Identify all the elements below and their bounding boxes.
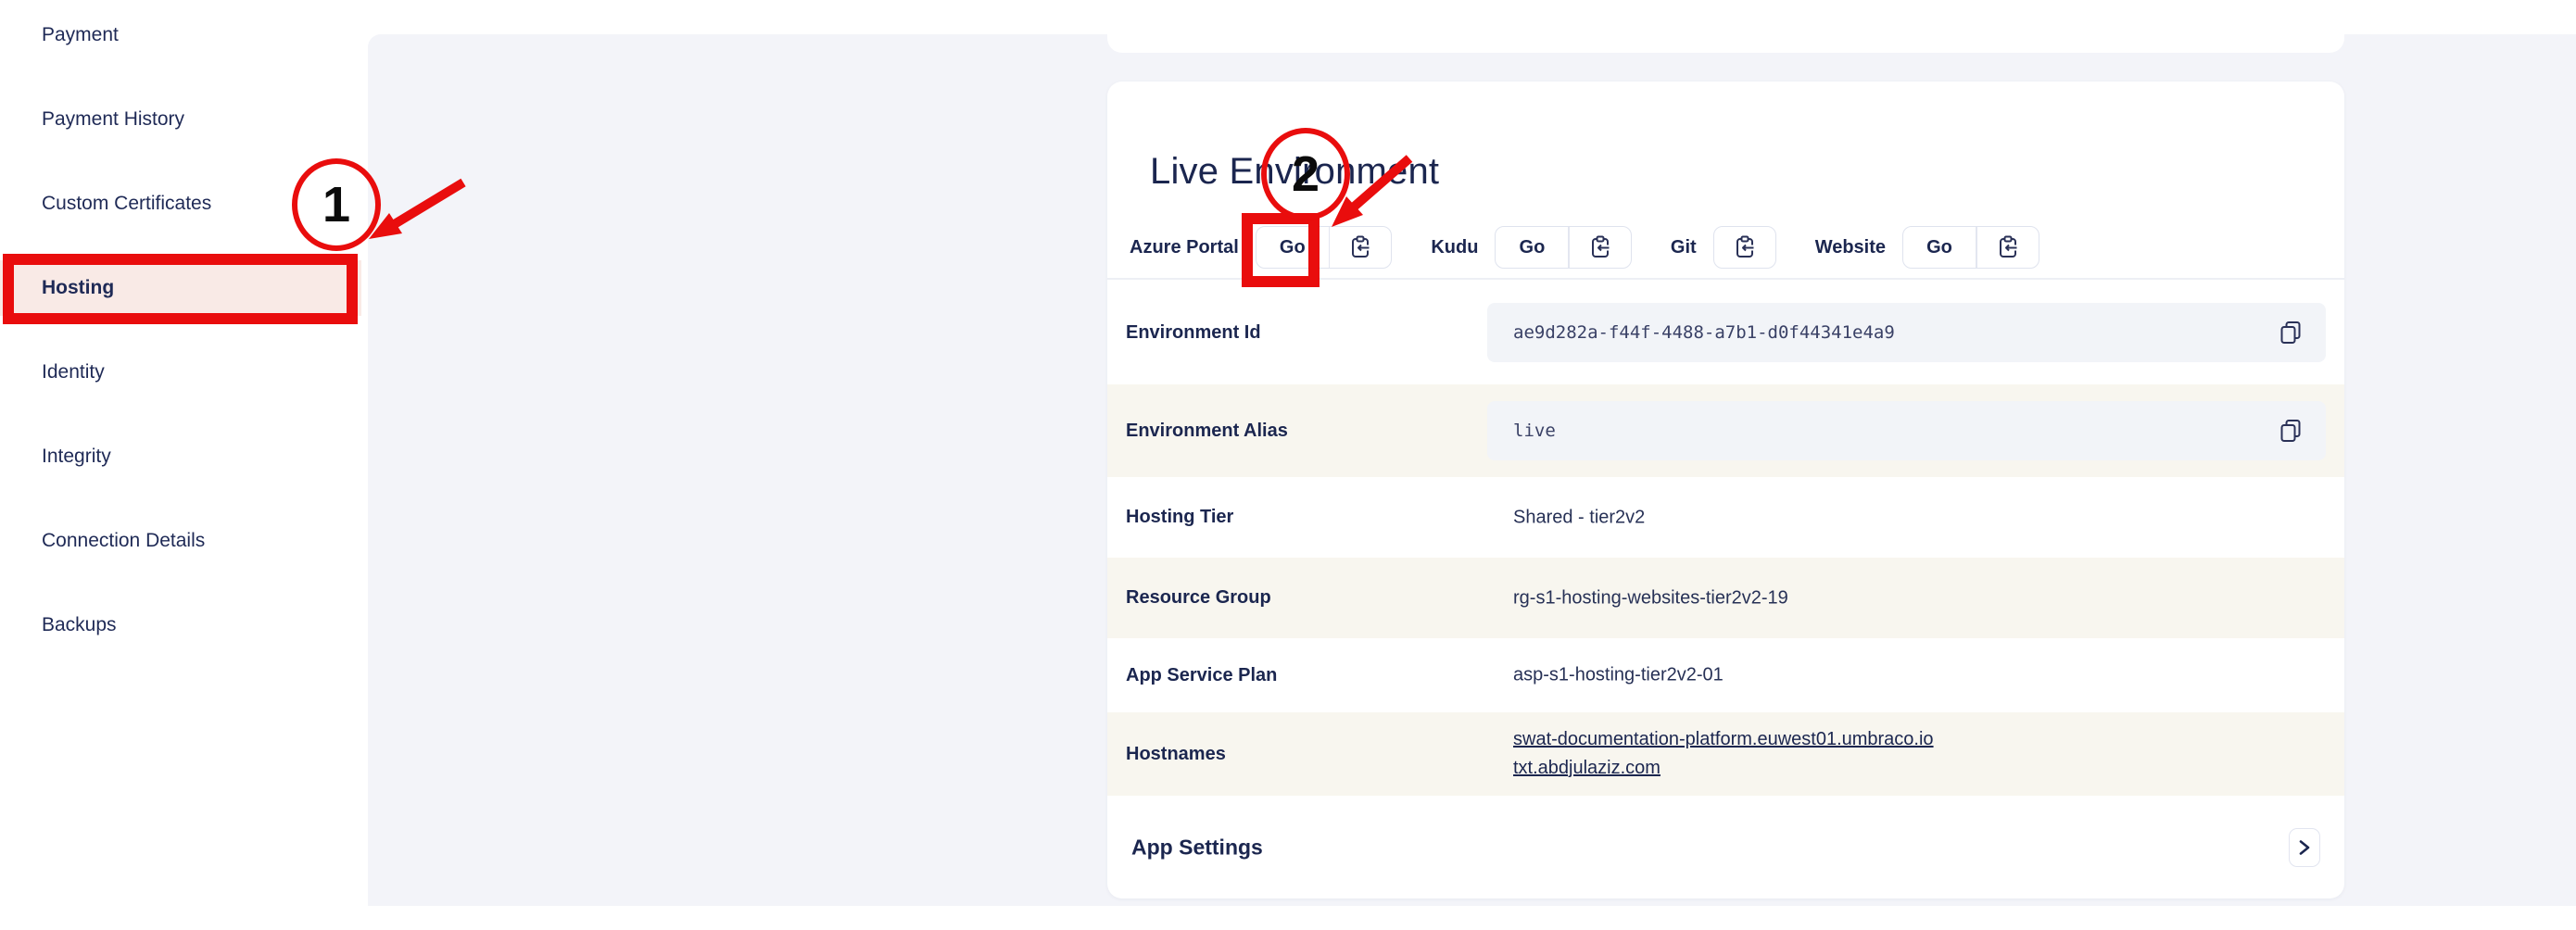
sidebar-item-label: Payment History [42, 108, 184, 131]
quick-link-label: Git [1671, 237, 1697, 258]
previous-card-bottom [1107, 0, 2344, 53]
paste-clipboard-icon [1997, 235, 2019, 259]
row-label: Hostnames [1126, 712, 1226, 796]
sidebar-item-label: Connection Details [42, 530, 205, 552]
annotation-step-1-number: 1 [322, 176, 350, 233]
quick-link-website: Website Go [1815, 226, 2078, 269]
hostname-link[interactable]: txt.abdjulaziz.com [1513, 758, 1934, 779]
annotation-step-2-number: 2 [1292, 145, 1320, 203]
app-settings-row[interactable]: App Settings [1107, 796, 2344, 899]
row-label: Hosting Tier [1126, 477, 1233, 558]
copy-value-button[interactable] [2278, 418, 2304, 444]
sidebar-nav: Payment Payment History Custom Certifica… [0, 7, 368, 653]
settings-sidebar: Payment Payment History Custom Certifica… [0, 0, 368, 930]
table-row-resource-group: Resource Group rg-s1-hosting-websites-ti… [1107, 558, 2344, 638]
environment-details-table: Environment Id ae9d282a-f44f-4488-a7b1-d… [1107, 281, 2344, 796]
sidebar-item-integrity[interactable]: Integrity [0, 429, 361, 484]
copy-icon [2278, 418, 2304, 444]
row-label: Environment Id [1126, 281, 1261, 384]
sidebar-item-backups[interactable]: Backups [0, 597, 361, 653]
paste-clipboard-icon [1349, 235, 1371, 259]
table-row-hosting-tier: Hosting Tier Shared - tier2v2 [1107, 477, 2344, 558]
value-text: ae9d282a-f44f-4488-a7b1-d0f44341e4a9 [1513, 322, 1895, 343]
sidebar-item-label: Integrity [42, 446, 111, 468]
go-button[interactable]: Go [1496, 227, 1568, 268]
row-label: Environment Alias [1126, 384, 1288, 477]
value-text: rg-s1-hosting-websites-tier2v2-19 [1513, 587, 1788, 609]
quick-link-button-group: Go [1902, 226, 2039, 269]
copy-value-button[interactable] [2278, 320, 2304, 346]
copy-icon [2278, 320, 2304, 346]
sidebar-item-label: Custom Certificates [42, 193, 211, 215]
annotation-step-2-badge: 2 [1261, 128, 1350, 220]
sidebar-item-connection-details[interactable]: Connection Details [0, 513, 361, 569]
hostname-link[interactable]: swat-documentation-platform.euwest01.umb… [1513, 729, 1934, 750]
sidebar-item-label: Identity [42, 361, 105, 383]
copy-to-clipboard-button[interactable] [1330, 227, 1391, 268]
table-row-environment-id: Environment Id ae9d282a-f44f-4488-a7b1-d… [1107, 281, 2344, 384]
annotation-box-hosting [3, 254, 358, 324]
quick-link-label: Website [1815, 237, 1886, 258]
value-text: Shared - tier2v2 [1513, 507, 1645, 528]
copy-to-clipboard-button[interactable] [1570, 227, 1631, 268]
sidebar-item-identity[interactable]: Identity [0, 345, 361, 400]
row-label: Resource Group [1126, 558, 1271, 638]
sidebar-item-label: Backups [42, 614, 117, 636]
sidebar-item-label: Payment [42, 24, 119, 46]
sidebar-item-payment[interactable]: Payment [0, 7, 361, 63]
quick-link-git: Git [1671, 226, 1815, 269]
value-box: ae9d282a-f44f-4488-a7b1-d0f44341e4a9 [1487, 303, 2326, 362]
annotation-step-1-badge: 1 [292, 158, 381, 251]
paste-clipboard-icon [1734, 235, 1756, 259]
chevron-right-icon [2297, 838, 2312, 857]
row-label: App Service Plan [1126, 638, 1277, 712]
paste-clipboard-icon [1589, 235, 1611, 259]
quick-link-label: Azure Portal [1130, 237, 1239, 258]
annotation-box-go-button [1242, 213, 1320, 287]
quick-link-button-group: Go [1495, 226, 1632, 269]
sidebar-item-payment-history[interactable]: Payment History [0, 92, 361, 147]
table-row-app-service-plan: App Service Plan asp-s1-hosting-tier2v2-… [1107, 638, 2344, 712]
quick-link-kudu: Kudu Go [1431, 226, 1671, 269]
app-settings-label: App Settings [1131, 835, 1263, 860]
value-box: live [1487, 401, 2326, 460]
table-row-hostnames: Hostnames swat-documentation-platform.eu… [1107, 712, 2344, 796]
copy-to-clipboard-button[interactable] [1977, 227, 2039, 268]
table-row-environment-alias: Environment Alias live [1107, 384, 2344, 477]
copy-to-clipboard-button[interactable] [1714, 227, 1775, 268]
quick-link-button-group [1713, 226, 1776, 269]
app-settings-expand-button[interactable] [2289, 828, 2320, 867]
hostname-links: swat-documentation-platform.euwest01.umb… [1513, 729, 1934, 779]
value-text: asp-s1-hosting-tier2v2-01 [1513, 665, 1724, 686]
go-button[interactable]: Go [1903, 227, 1976, 268]
value-text: live [1513, 421, 1556, 441]
quick-link-label: Kudu [1431, 237, 1478, 258]
